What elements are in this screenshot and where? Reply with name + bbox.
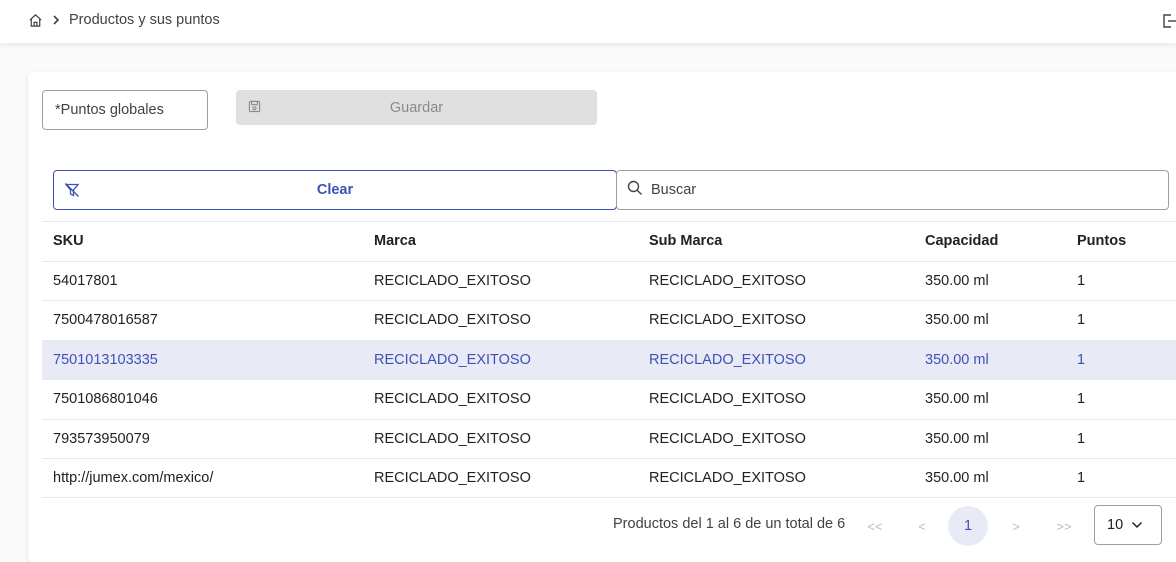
cell-sku: http://jumex.com/mexico/ [53,470,214,486]
next-page-button[interactable]: > [1001,511,1031,541]
table-row-selected[interactable]: 7501013103335 RECICLADO_EXITOSO RECICLAD… [42,339,1176,379]
column-header-sku[interactable]: SKU [53,222,84,261]
cell-marca: RECICLADO_EXITOSO [374,430,531,447]
cell-marca: RECICLADO_EXITOSO [374,272,531,289]
cell-sku: 7501086801046 [53,391,158,407]
cell-sub-marca: RECICLADO_EXITOSO [649,272,806,289]
top-bar: Productos y sus puntos [0,0,1176,44]
clear-filters-button[interactable]: Clear [53,170,617,210]
logout-icon[interactable] [1162,12,1176,30]
table-row[interactable]: http://jumex.com/mexico/ RECICLADO_EXITO… [42,458,1176,498]
cell-sku: 7501013103335 [53,351,158,368]
cell-puntos: 1 [1077,430,1086,447]
cell-sub-marca: RECICLADO_EXITOSO [649,312,806,328]
cell-puntos: 1 [1077,312,1086,328]
cell-capacidad: 350.00 ml [925,391,989,407]
cell-marca: RECICLADO_EXITOSO [374,470,531,486]
products-table: SKU Marca Sub Marca Capacidad Puntos 540… [42,221,1176,498]
table-row[interactable]: 793573950079 RECICLADO_EXITOSO RECICLADO… [42,418,1176,459]
cell-marca: RECICLADO_EXITOSO [374,391,531,407]
home-icon[interactable] [28,13,43,28]
last-page-button[interactable]: >> [1049,511,1079,541]
search-icon [627,180,643,201]
clear-button-label: Clear [316,182,354,198]
column-header-puntos[interactable]: Puntos [1077,222,1126,261]
cell-marca: RECICLADO_EXITOSO [374,351,531,368]
chevron-right-icon [51,14,61,26]
cell-puntos: 1 [1077,351,1086,368]
cell-capacidad: 350.00 ml [925,312,989,328]
table-row[interactable]: 7500478016587 RECICLADO_EXITOSO RECICLAD… [42,300,1176,340]
column-header-capacidad[interactable]: Capacidad [925,222,998,261]
first-page-button[interactable]: << [860,511,890,541]
chevron-down-icon [1131,517,1143,533]
cell-sku: 793573950079 [53,430,150,447]
cell-sub-marca: RECICLADO_EXITOSO [649,470,806,486]
column-header-sub-marca[interactable]: Sub Marca [649,222,722,261]
table-header-row: SKU Marca Sub Marca Capacidad Puntos [42,221,1176,261]
cell-capacidad: 350.00 ml [925,351,989,368]
page-size-value: 10 [1107,517,1124,533]
floppy-disk-icon [248,100,261,117]
cell-puntos: 1 [1077,272,1086,289]
global-points-input[interactable] [42,90,208,130]
previous-page-button[interactable]: < [907,511,937,541]
current-page-button[interactable]: 1 [948,506,988,546]
table-row[interactable]: 7501086801046 RECICLADO_EXITOSO RECICLAD… [42,379,1176,419]
column-header-marca[interactable]: Marca [374,222,416,261]
cell-sub-marca: RECICLADO_EXITOSO [649,430,806,447]
cell-puntos: 1 [1077,470,1086,486]
cell-capacidad: 350.00 ml [925,470,989,486]
cell-marca: RECICLADO_EXITOSO [374,312,531,328]
cell-sub-marca: RECICLADO_EXITOSO [649,391,806,407]
breadcrumb-current: Productos y sus puntos [69,12,220,28]
search-input[interactable] [651,182,1131,198]
filter-off-icon [64,182,80,202]
search-box[interactable] [616,170,1169,210]
cell-sku: 7500478016587 [53,312,158,328]
page-size-select[interactable]: 10 [1094,505,1162,545]
breadcrumb: Productos y sus puntos [28,10,220,30]
cell-puntos: 1 [1077,391,1086,407]
cell-sku: 54017801 [53,272,118,289]
cell-capacidad: 350.00 ml [925,272,989,289]
cell-capacidad: 350.00 ml [925,430,989,447]
save-button[interactable]: Guardar [236,90,597,125]
table-row[interactable]: 54017801 RECICLADO_EXITOSO RECICLADO_EXI… [42,260,1176,301]
pagination-bar: Productos del 1 al 6 de un total de 6 <<… [0,505,1176,546]
cell-sub-marca: RECICLADO_EXITOSO [649,351,806,368]
save-button-label: Guardar [389,99,444,116]
pagination-range-text: Productos del 1 al 6 de un total de 6 [613,516,846,532]
